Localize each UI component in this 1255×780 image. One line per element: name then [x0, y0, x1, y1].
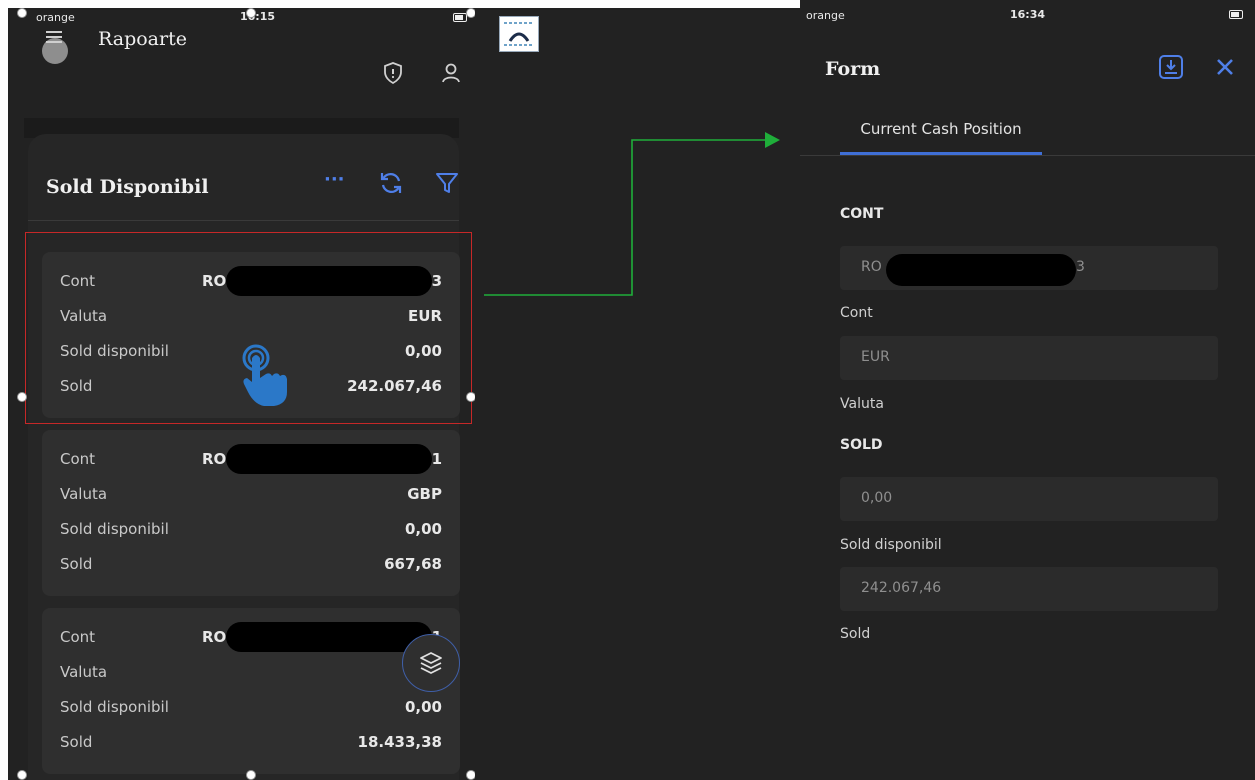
redaction-mark	[226, 622, 432, 652]
sold-label: Sold	[840, 626, 871, 642]
battery-icon	[1229, 10, 1243, 19]
sold-disponibil-panel: Sold Disponibil ··· Cont RO 3 Valuta EUR…	[28, 134, 460, 780]
tab-divider	[800, 155, 1255, 156]
selection-handle[interactable]	[246, 770, 256, 780]
section-sold: SOLD	[840, 437, 883, 453]
sold-field[interactable]: 242.067,46	[840, 567, 1218, 611]
cont-label: Cont	[840, 305, 873, 321]
right-phone-screenshot: orange 16:34 Form Current Cash Position …	[800, 0, 1255, 780]
layers-fab-button[interactable]	[402, 634, 460, 692]
user-profile-icon[interactable]	[438, 60, 464, 86]
card-row-valuta: Valuta	[60, 663, 442, 683]
filter-icon[interactable]	[434, 170, 460, 196]
valuta-value: GBP	[407, 485, 442, 503]
card-row-sold-disponibil: Sold disponibil 0,00	[60, 698, 442, 718]
shield-icon[interactable]	[380, 60, 406, 86]
valuta-label: Valuta	[840, 396, 884, 412]
page-title: Rapoarte	[98, 28, 187, 50]
left-phone-screenshot: orange 16:15 Rapoarte Sold Disponibil ··…	[8, 8, 475, 780]
selection-handle[interactable]	[17, 8, 27, 18]
selection-handle[interactable]	[246, 8, 256, 18]
account-card[interactable]: Cont RO 1 Valuta GBP Sold disponibil 0,0…	[42, 430, 460, 596]
middle-gap	[475, 8, 800, 780]
selected-card-highlight	[25, 232, 472, 424]
selection-handle[interactable]	[466, 770, 475, 780]
sold-disponibil-value: 0,00	[404, 698, 442, 716]
battery-icon	[453, 13, 467, 22]
selection-handle[interactable]	[17, 770, 27, 780]
redaction-mark	[886, 254, 1076, 286]
selection-handle[interactable]	[17, 392, 27, 402]
valuta-label: Valuta	[60, 663, 108, 681]
selection-handle[interactable]	[466, 392, 475, 402]
account-suffix: 1	[431, 450, 442, 468]
valuta-label: Valuta	[60, 485, 108, 503]
layers-icon	[420, 652, 442, 674]
menu-icon[interactable]	[46, 31, 62, 43]
status-time: 16:34	[1010, 8, 1046, 21]
redaction-mark	[226, 444, 432, 474]
sold-disponibil-label: Sold disponibil	[60, 698, 169, 716]
account-prefix: RO	[202, 450, 227, 468]
account-prefix: RO	[202, 628, 227, 646]
sold-disponibil-value: 0,00	[404, 520, 442, 538]
status-bar: orange 16:34	[800, 0, 1255, 24]
document-thumbnail-icon	[499, 16, 539, 52]
sold-disponibil-label: Sold disponibil	[840, 537, 942, 553]
card-row-cont: Cont RO 1	[60, 444, 442, 474]
cont-field-suffix: 3	[1076, 259, 1085, 275]
refresh-icon[interactable]	[378, 170, 404, 196]
cont-label: Cont	[60, 628, 96, 646]
close-icon[interactable]	[1212, 54, 1238, 80]
account-card[interactable]: Cont RO 1 Valuta Sold disponibil 0,00 So…	[42, 608, 460, 774]
cont-field[interactable]: RO 3	[840, 246, 1218, 290]
cont-field-prefix: RO	[861, 259, 882, 275]
sold-disponibil-field[interactable]: 0,00	[840, 477, 1218, 521]
sold-value: 18.433,38	[357, 733, 442, 751]
tab-current-cash-position[interactable]: Current Cash Position	[840, 120, 1042, 156]
more-options-icon[interactable]: ···	[324, 169, 345, 190]
card-row-cont: Cont RO 1	[60, 622, 442, 652]
sold-label: Sold	[60, 555, 93, 573]
sold-label: Sold	[60, 733, 93, 751]
sold-value: 667,68	[384, 555, 442, 573]
card-row-sold: Sold 667,68	[60, 555, 442, 575]
form-title: Form	[825, 58, 881, 80]
panel-title: Sold Disponibil	[46, 176, 209, 198]
carrier-label: orange	[806, 9, 845, 22]
sold-disponibil-label: Sold disponibil	[60, 520, 169, 538]
cont-label: Cont	[60, 450, 96, 468]
panel-divider	[28, 220, 459, 221]
card-row-sold: Sold 18.433,38	[60, 733, 442, 753]
status-bar: orange 16:15	[8, 8, 475, 28]
card-row-sold-disponibil: Sold disponibil 0,00	[60, 520, 442, 540]
section-cont: CONT	[840, 206, 884, 222]
valuta-field[interactable]: EUR	[840, 336, 1218, 380]
download-icon[interactable]	[1158, 54, 1184, 80]
carrier-label: orange	[36, 11, 75, 24]
card-row-valuta: Valuta GBP	[60, 485, 442, 505]
selection-handle[interactable]	[466, 8, 475, 18]
